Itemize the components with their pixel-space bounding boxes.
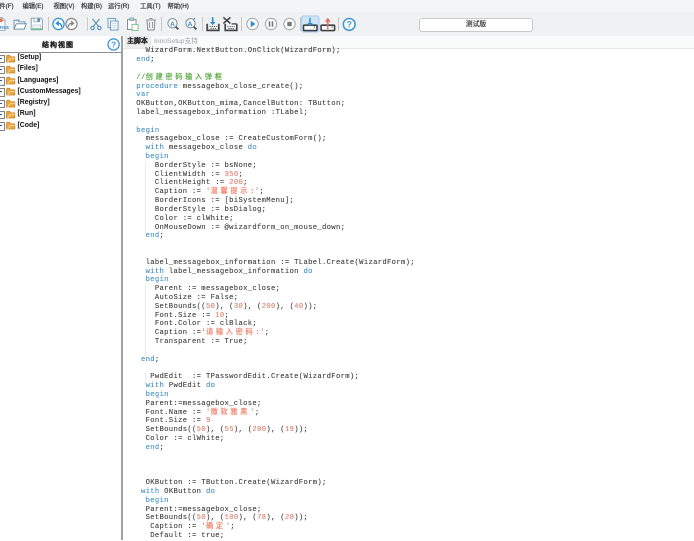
svg-text:nss: nss: [0, 25, 9, 31]
svg-text:A: A: [188, 21, 193, 28]
svg-text:?: ?: [346, 20, 352, 30]
svg-text:?: ?: [111, 39, 116, 49]
svg-text:A: A: [170, 21, 175, 28]
